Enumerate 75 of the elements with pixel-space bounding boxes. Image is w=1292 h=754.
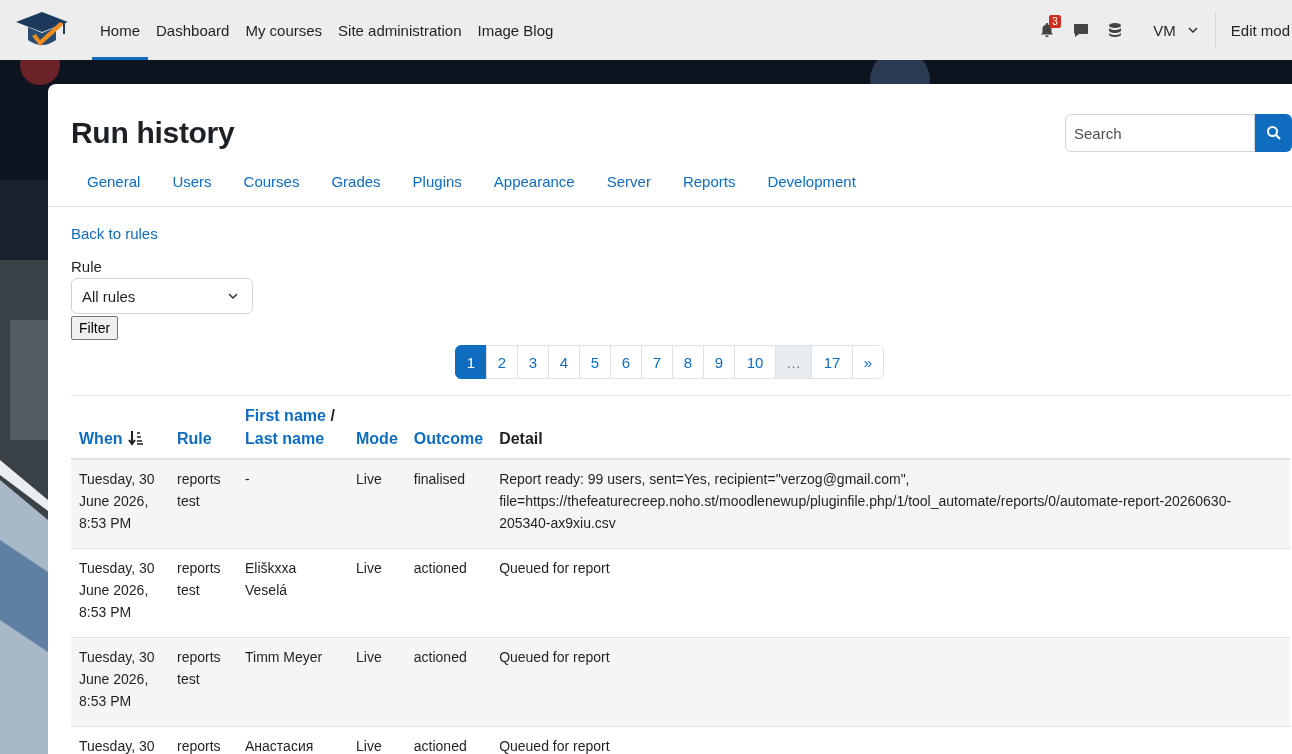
column-sort-link[interactable]: Last name <box>245 430 325 447</box>
user-initials: VM <box>1153 21 1176 39</box>
nav-link[interactable]: My courses <box>237 0 331 60</box>
nav-link[interactable]: Home <box>92 0 148 60</box>
page-link[interactable]: 6 <box>610 345 642 379</box>
admin-tab[interactable]: Users <box>156 173 228 195</box>
notification-count: 3 <box>1049 15 1061 28</box>
search-field[interactable]: Search <box>1065 114 1255 152</box>
column-sort-link[interactable]: Outcome <box>413 430 484 447</box>
nav-link[interactable]: Site administration <box>330 0 470 60</box>
column-sort-link[interactable]: Rule <box>177 430 212 447</box>
admin-tab[interactable]: Appearance <box>477 173 591 195</box>
table-cell: reports test <box>177 560 221 598</box>
user-menu[interactable]: VM <box>1153 21 1198 39</box>
table-cell: actioned <box>413 560 467 576</box>
pagination-ellipsis[interactable]: … <box>775 345 812 379</box>
table-cell: actioned <box>413 738 467 754</box>
back-link[interactable]: Back to rules <box>71 225 158 242</box>
table-cell: Timm Meyer <box>245 649 323 665</box>
table-cell: Queued for report <box>499 560 610 576</box>
column-sort-link[interactable]: Mode <box>356 430 398 447</box>
page-link[interactable]: 7 <box>641 345 673 379</box>
rule-select[interactable]: All rules <box>71 278 253 314</box>
table-cell: Live <box>356 738 382 754</box>
table-cell: Live <box>356 560 382 576</box>
column-sort-link[interactable]: First name <box>245 407 326 424</box>
table-cell: reports test <box>177 471 221 509</box>
admin-tab[interactable]: Plugins <box>396 173 478 195</box>
column-header: Detail <box>499 430 543 447</box>
rule-label: Rule <box>71 258 103 277</box>
page-link[interactable]: » <box>852 345 884 379</box>
page-title: Run history <box>71 116 235 150</box>
table-cell: Tuesday, 30 <box>79 738 155 754</box>
chevron-icon <box>228 293 238 299</box>
page-link[interactable]: 4 <box>548 345 580 379</box>
database-icon[interactable] <box>1107 22 1124 38</box>
page-link[interactable]: 2 <box>486 345 518 379</box>
table-cell: Live <box>356 471 382 487</box>
admin-tab[interactable]: Development <box>751 173 872 195</box>
table-cell: actioned <box>413 649 467 665</box>
page-link[interactable]: 8 <box>672 345 704 379</box>
page-link[interactable]: 10 <box>734 345 776 379</box>
edit-mode-label[interactable]: Edit mod <box>1230 21 1290 39</box>
table-cell: Eliškxxa Veselá <box>245 560 297 598</box>
column-header: / <box>330 407 335 424</box>
admin-tab[interactable]: Grades <box>315 173 397 195</box>
nav-link[interactable]: Dashboard <box>148 0 238 60</box>
table-cell: Анастасия <box>245 738 314 754</box>
table-cell: Tuesday, 30 June 2026, 8:53 PM <box>79 560 155 620</box>
admin-tab[interactable]: General <box>71 173 157 195</box>
table-cell: reports <box>177 738 221 754</box>
nav-link[interactable]: Image Blog <box>469 0 562 60</box>
table-cell: - <box>245 471 250 487</box>
filter-button[interactable]: Filter <box>71 316 119 340</box>
table-cell: Queued for report <box>499 649 610 665</box>
admin-tab[interactable]: Server <box>590 173 667 195</box>
admin-tab[interactable]: Reports <box>666 173 752 195</box>
page-link[interactable]: 1 <box>455 345 487 379</box>
table-cell: Report ready: 99 users, sent=Yes, recipient="verzog@gmail.com", file=https://thefeaturecreep.noho.st/moodlenewup/pluginfile.php/1/tool_automate/reports/0/automate-report-20260630-205340-ax9xiu.csv <box>499 471 1232 531</box>
table-cell: Live <box>356 649 382 665</box>
table-cell: Tuesday, 30 June 2026, 8:53 PM <box>79 649 155 709</box>
table-cell: finalised <box>413 471 466 487</box>
page-link[interactable]: 3 <box>517 345 549 379</box>
search-button[interactable] <box>1255 114 1292 152</box>
table-cell: reports test <box>177 649 221 687</box>
table-cell: Queued for report <box>499 738 610 754</box>
column-sort-link[interactable]: When <box>79 430 123 447</box>
page-link[interactable]: 9 <box>703 345 735 379</box>
caret-icon <box>1187 27 1198 33</box>
page-link[interactable]: 17 <box>811 345 853 379</box>
admin-tab[interactable]: Courses <box>227 173 316 195</box>
table-cell: Tuesday, 30 June 2026, 8:53 PM <box>79 471 155 531</box>
search-icon <box>1265 125 1282 141</box>
chat-icon[interactable] <box>1073 22 1090 38</box>
page-link[interactable]: 5 <box>579 345 611 379</box>
